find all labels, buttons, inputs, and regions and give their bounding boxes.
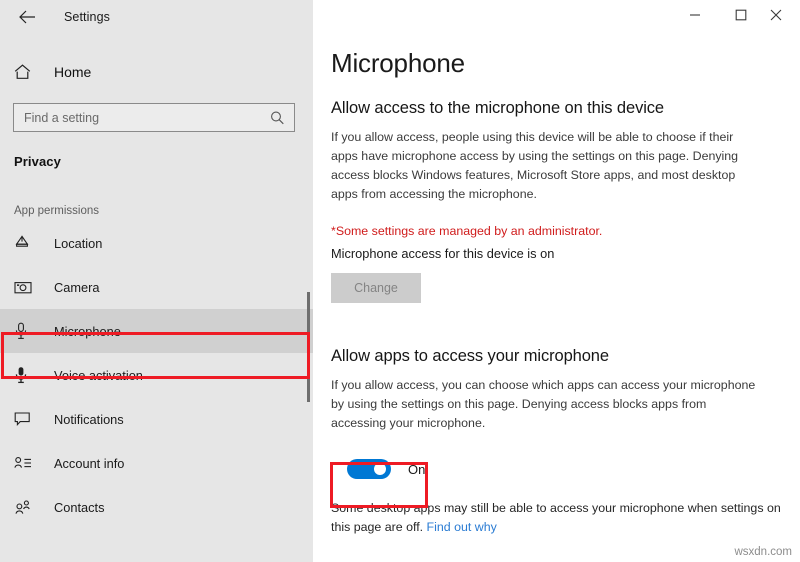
sidebar-item-microphone[interactable]: Microphone <box>0 309 313 353</box>
apps-section-body: If you allow access, you can choose whic… <box>331 378 756 430</box>
maximize-icon <box>735 9 747 21</box>
home-icon <box>14 64 36 80</box>
apps-access-toggle[interactable] <box>347 459 391 479</box>
minimize-icon <box>690 14 700 16</box>
watermark: wsxdn.com <box>734 546 792 558</box>
sidebar-item-contacts[interactable]: Contacts <box>0 485 313 529</box>
apps-access-toggle-row: On <box>347 459 800 479</box>
apps-section-heading: Allow apps to access your microphone <box>331 347 609 365</box>
sidebar-item-label: Notifications <box>54 411 124 427</box>
sidebar-section-title: Privacy <box>14 154 61 169</box>
close-button[interactable] <box>764 0 800 30</box>
back-arrow-icon <box>18 10 36 24</box>
device-access-status: Microphone access for this device is on <box>331 246 555 261</box>
maximize-button[interactable] <box>718 0 764 30</box>
microphone-icon <box>14 322 36 340</box>
speech-bubble-icon <box>14 411 36 427</box>
search-input[interactable] <box>14 103 266 132</box>
minimize-button[interactable] <box>672 0 718 30</box>
main-content: Microphone Allow access to the microphon… <box>313 0 800 562</box>
sidebar-item-camera[interactable]: Camera <box>0 265 313 309</box>
sidebar: Settings Home Privacy App permissions <box>0 0 313 562</box>
window-controls <box>672 0 800 30</box>
close-icon <box>770 9 782 21</box>
camera-icon <box>14 280 36 295</box>
sidebar-nav-list: Location Camera Microphone Voice activat… <box>0 221 313 529</box>
find-out-why-link[interactable]: Find out why <box>427 520 497 534</box>
back-button[interactable] <box>12 2 42 32</box>
sidebar-item-label: Location <box>54 235 103 251</box>
sidebar-item-home[interactable]: Home <box>0 53 313 91</box>
admin-managed-note: *Some settings are managed by an adminis… <box>331 224 603 238</box>
location-pin-icon <box>14 235 36 251</box>
sidebar-item-label: Voice activation <box>54 367 143 383</box>
sidebar-item-label: Contacts <box>54 499 105 515</box>
sidebar-item-notifications[interactable]: Notifications <box>0 397 313 441</box>
sidebar-item-label: Microphone <box>54 323 121 339</box>
device-section-body: If you allow access, people using this d… <box>331 130 739 201</box>
sidebar-item-location[interactable]: Location <box>0 221 313 265</box>
account-info-icon <box>14 456 36 470</box>
sidebar-home-label: Home <box>54 64 92 80</box>
sidebar-item-account-info[interactable]: Account info <box>0 441 313 485</box>
contacts-icon <box>14 499 36 515</box>
search-icon[interactable] <box>270 110 285 125</box>
change-button[interactable]: Change <box>331 273 421 303</box>
sidebar-titlebar: Settings <box>0 0 313 34</box>
sidebar-item-label: Account info <box>54 455 125 471</box>
sidebar-scrollbar-thumb[interactable] <box>307 292 310 402</box>
desktop-apps-note: Some desktop apps may still be able to a… <box>313 479 781 537</box>
sidebar-group-label: App permissions <box>14 205 100 217</box>
toggle-state-label: On <box>408 461 426 477</box>
device-section-heading: Allow access to the microphone on this d… <box>331 99 665 117</box>
toggle-knob <box>374 463 386 475</box>
sidebar-item-voice-activation[interactable]: Voice activation <box>0 353 313 397</box>
settings-window: Settings Home Privacy App permissions <box>0 0 800 562</box>
search-box[interactable] <box>13 103 295 132</box>
app-title: Settings <box>64 10 110 24</box>
voice-mic-icon <box>14 366 36 384</box>
sidebar-item-label: Camera <box>54 279 100 295</box>
desktop-apps-note-text: Some desktop apps may still be able to a… <box>331 501 781 534</box>
